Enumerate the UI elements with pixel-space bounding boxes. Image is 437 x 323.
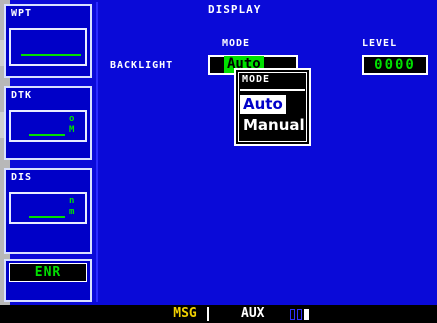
status-divider [207,307,209,321]
field-dtk-unit: M [69,125,75,135]
gps-display-screen: WPT DTK o M DIS n m ENR DISPLAY MODE LEV… [0,0,437,323]
aux-page-group: AUX [241,306,265,321]
field-dtk-title: DTK [11,90,33,101]
page-indicator [290,309,295,320]
field-dtk-value-box: o M [9,110,87,142]
field-dtk[interactable]: DTK o M [4,86,92,160]
field-dtk-dashes [29,134,65,136]
field-dis-unit-bottom: m [69,207,75,217]
mode-popup-rule [240,89,305,91]
mode-popup-title: MODE [242,74,271,85]
mode-option-auto[interactable]: Auto [240,95,286,114]
field-dtk-degree-symbol: o [69,114,75,124]
field-dis-unit-top: n [69,196,75,206]
level-column-header: LEVEL [362,38,398,49]
page-indicator-active [304,309,309,320]
page-indicator [297,309,302,320]
cdi-mode-label: ENR [9,263,87,282]
cdi-mode-field: ENR [4,259,92,302]
field-dis-title: DIS [11,172,33,183]
field-dis[interactable]: DIS n m [4,168,92,254]
mode-option-manual[interactable]: Manual [240,116,308,135]
backlight-level-value: 0000 [374,57,416,73]
mode-popup: MODE Auto Manual [234,68,311,146]
field-wpt-dashes [21,54,81,56]
field-wpt[interactable]: WPT [4,4,92,78]
field-wpt-value-box [9,28,87,66]
field-dis-dashes [29,216,65,218]
mode-column-header: MODE [222,38,251,49]
field-dis-value-box: n m [9,192,87,224]
msg-annunciator[interactable]: MSG [164,305,206,323]
backlight-level-field[interactable]: 0000 [362,55,428,75]
field-wpt-title: WPT [11,8,33,19]
panel-divider [96,2,98,302]
backlight-label: BACKLIGHT [110,60,174,71]
status-bar: MSG AUX [0,305,437,323]
page-title: DISPLAY [208,3,262,16]
